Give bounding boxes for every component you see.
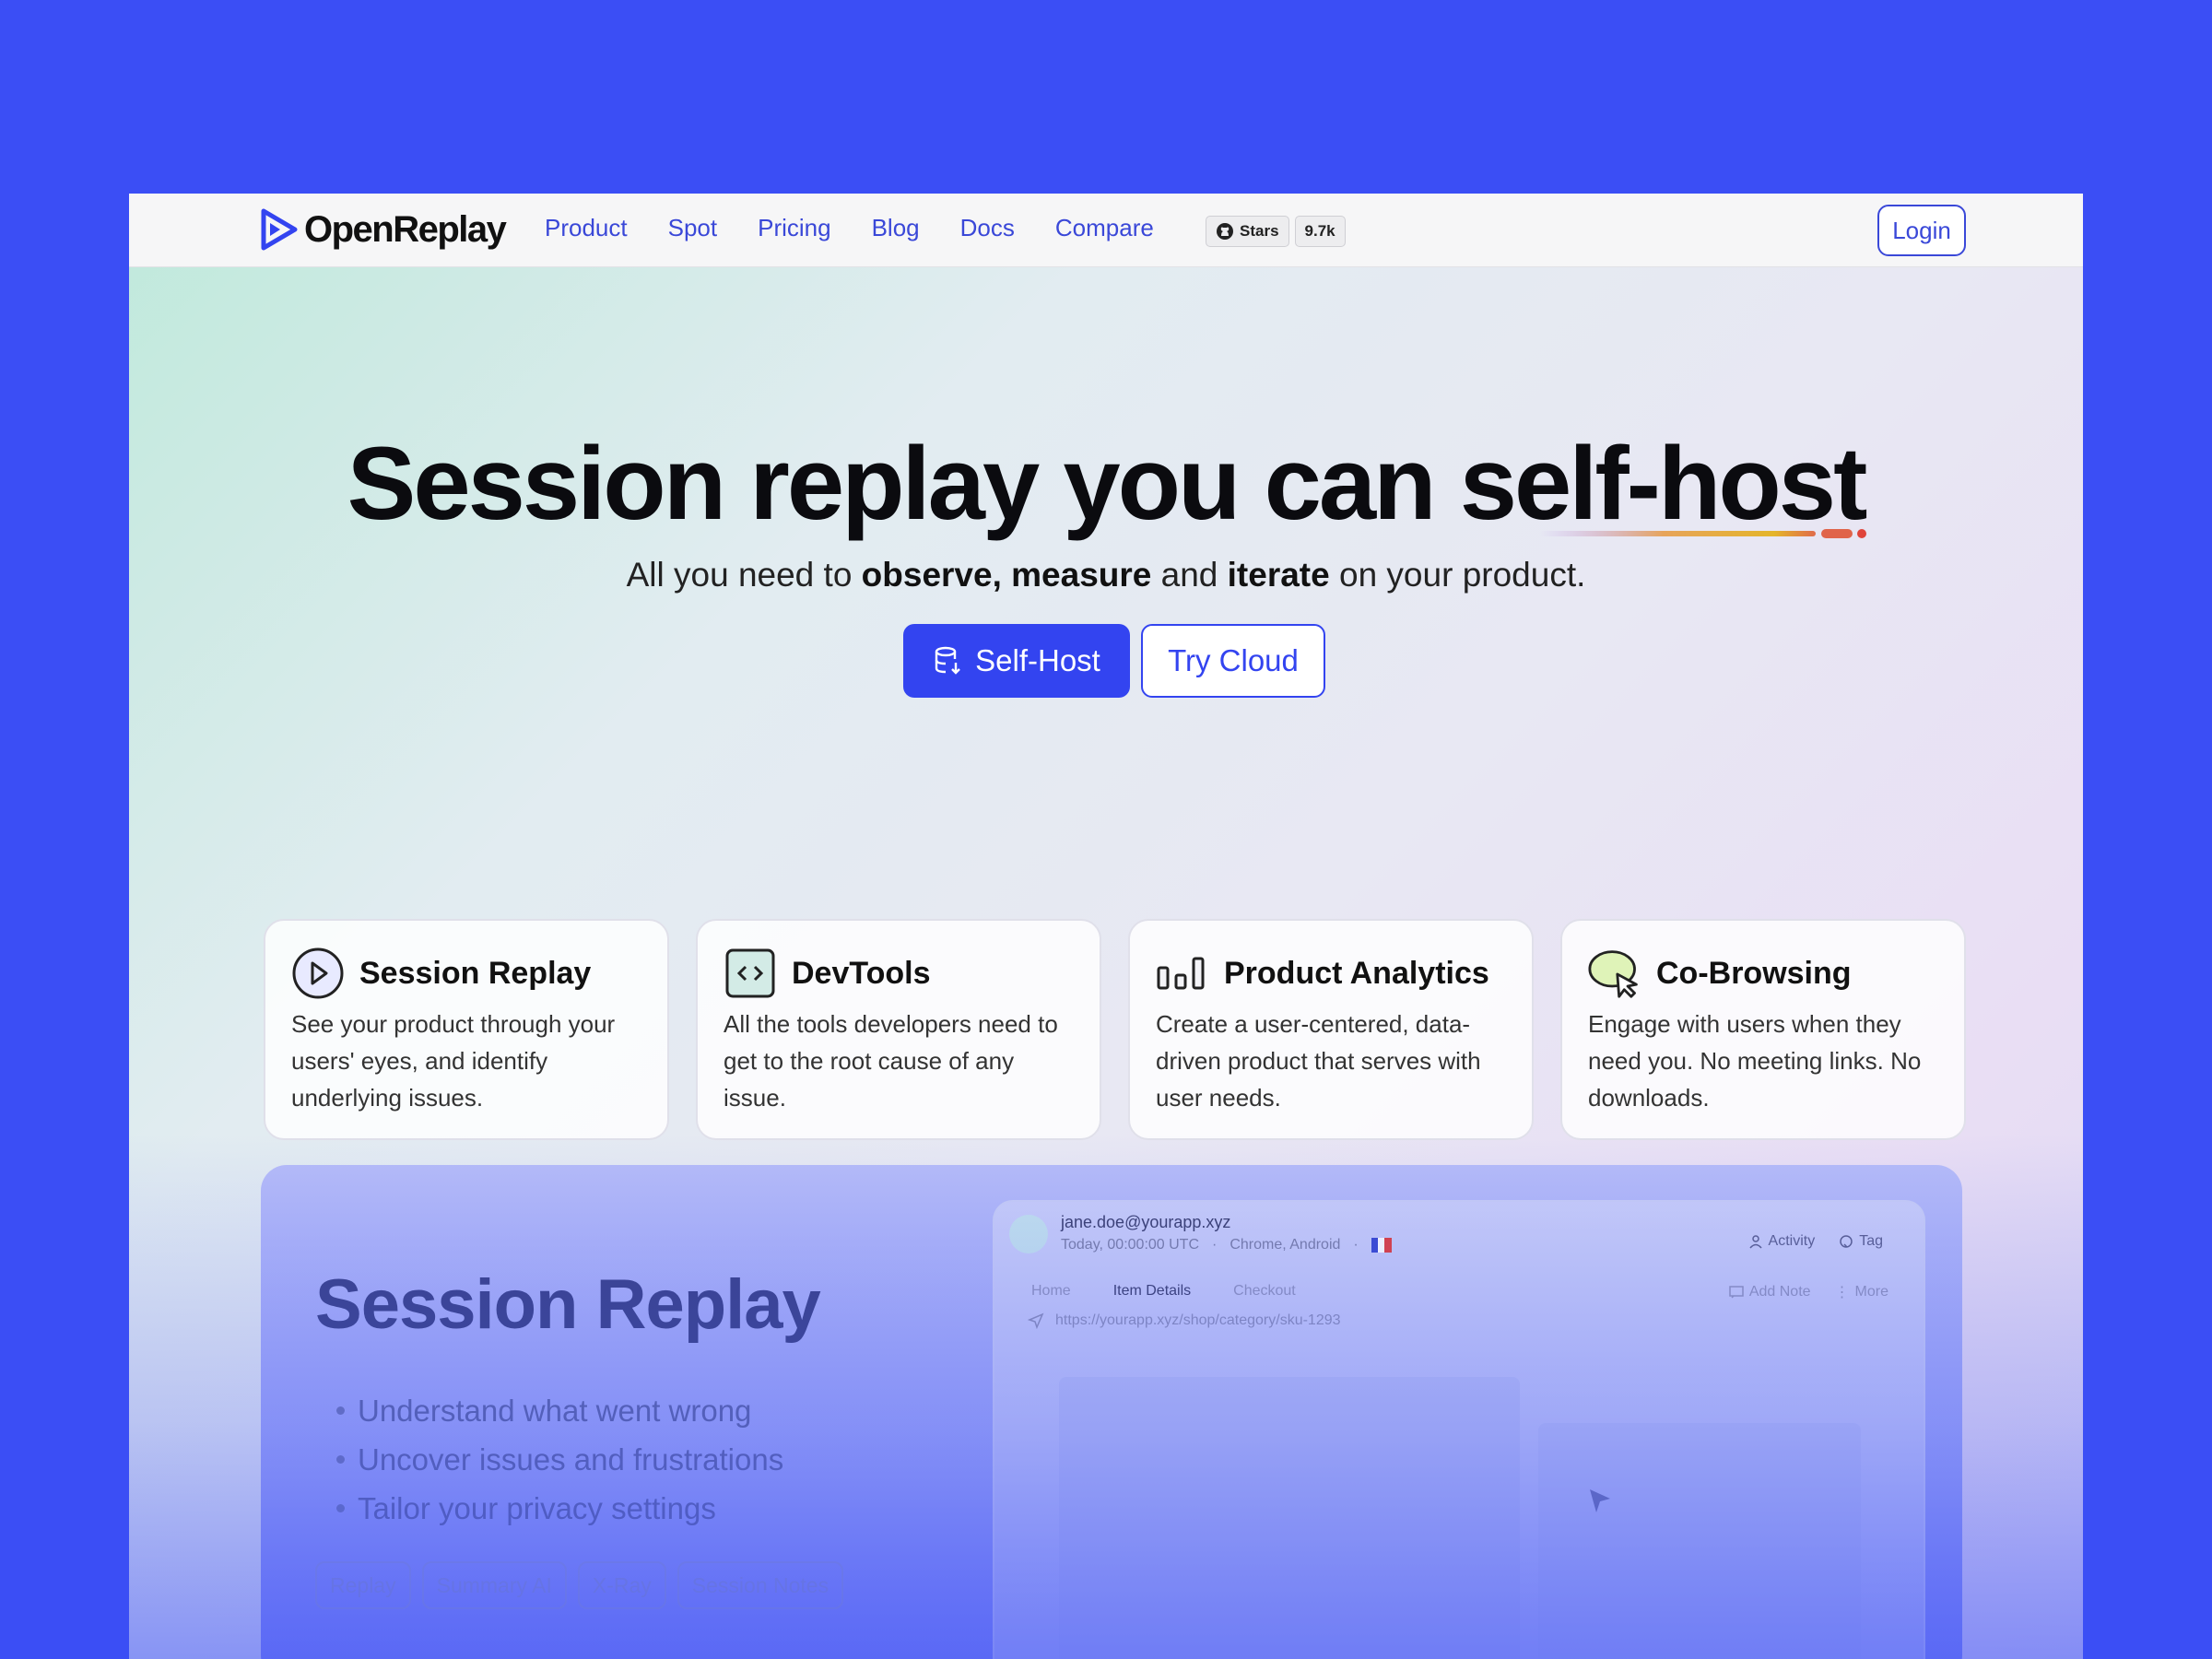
- self-host-button[interactable]: Self-Host: [903, 624, 1130, 698]
- title-underline-decoration: [1539, 529, 1866, 538]
- replay-placeholder-right: [1538, 1423, 1861, 1659]
- session-player-mockup: jane.doe@yourapp.xyz Today, 00:00:00 UTC…: [993, 1200, 1925, 1659]
- feature-title: Product Analytics: [1224, 955, 1489, 991]
- github-stars-count: 9.7k: [1294, 216, 1346, 247]
- activity-button[interactable]: Activity: [1748, 1233, 1815, 1250]
- tab-home[interactable]: Home: [1031, 1283, 1071, 1300]
- user-icon: [1748, 1235, 1762, 1249]
- add-note-button[interactable]: Add Note: [1729, 1283, 1811, 1301]
- session-url: https://yourapp.xyz/shop/category/sku-12…: [1028, 1312, 1341, 1329]
- session-actions: Activity Tag: [1748, 1233, 1883, 1250]
- feature-card-co-browsing[interactable]: Co-Browsing Engage with users when they …: [1560, 919, 1966, 1140]
- browser-window: OpenReplay Product Spot Pricing Blog Doc…: [129, 194, 2083, 1659]
- avatar: [1009, 1215, 1048, 1253]
- list-item: Tailor your privacy settings: [336, 1484, 783, 1533]
- github-stars-widget[interactable]: Stars 9.7k: [1206, 216, 1346, 247]
- feature-chips: Replay Summary AI X-Ray Session Notes: [315, 1561, 844, 1609]
- self-host-label: Self-Host: [975, 643, 1100, 677]
- main-nav: Product Spot Pricing Blog Docs Compare: [545, 214, 1154, 242]
- session-replay-showcase: Session Replay Understand what went wron…: [261, 1165, 1962, 1659]
- note-icon: [1729, 1286, 1744, 1299]
- bar-chart-icon: [1156, 947, 1209, 1000]
- chip-x-ray[interactable]: X-Ray: [577, 1561, 666, 1609]
- database-download-icon: [935, 646, 960, 675]
- nav-product[interactable]: Product: [545, 214, 628, 242]
- more-button[interactable]: ⋮ More: [1835, 1283, 1888, 1301]
- play-logo-icon: [261, 208, 298, 251]
- nav-pricing[interactable]: Pricing: [758, 214, 830, 242]
- list-item: Uncover issues and frustrations: [336, 1435, 783, 1484]
- nav-docs[interactable]: Docs: [960, 214, 1015, 242]
- nav-blog[interactable]: Blog: [872, 214, 920, 242]
- list-item: Understand what went wrong: [336, 1386, 783, 1435]
- code-icon: [724, 947, 777, 1000]
- brand-name: OpenReplay: [304, 208, 507, 250]
- hero-subtitle: All you need to observe, measure and ite…: [626, 556, 1586, 594]
- feature-title: DevTools: [792, 955, 931, 991]
- nav-spot[interactable]: Spot: [668, 214, 718, 242]
- more-dots-icon: ⋮: [1834, 1285, 1850, 1300]
- feature-desc: Engage with users when they need you. No…: [1588, 1010, 1922, 1112]
- session-tools: Add Note ⋮ More: [1729, 1283, 1888, 1301]
- cursor-bubble-icon: [1588, 947, 1641, 1000]
- chip-replay[interactable]: Replay: [315, 1561, 411, 1609]
- github-stars-button[interactable]: Stars: [1206, 216, 1289, 247]
- tag-icon: [1840, 1235, 1853, 1248]
- session-meta: Today, 00:00:00 UTC · Chrome, Android ·: [1061, 1237, 1392, 1253]
- send-icon: [1028, 1312, 1044, 1329]
- login-button[interactable]: Login: [1877, 205, 1966, 256]
- tag-button[interactable]: Tag: [1839, 1233, 1883, 1250]
- github-icon: [1217, 223, 1233, 240]
- logo[interactable]: OpenReplay: [260, 208, 507, 251]
- session-tabs: Home Item Details Checkout: [1031, 1283, 1296, 1300]
- showcase-title: Session Replay: [315, 1265, 821, 1344]
- hero-title: Session replay you can self-host: [347, 426, 1868, 541]
- top-nav: OpenReplay Product Spot Pricing Blog Doc…: [129, 194, 2083, 267]
- github-stars-label: Stars: [1240, 222, 1279, 240]
- feature-title: Co-Browsing: [1656, 955, 1852, 991]
- showcase-bullets: Understand what went wrong Uncover issue…: [336, 1386, 783, 1533]
- feature-title: Session Replay: [359, 955, 592, 991]
- feature-desc: Create a user-centered, data-driven prod…: [1156, 1010, 1481, 1112]
- nav-compare[interactable]: Compare: [1055, 214, 1154, 242]
- chip-summary-ai[interactable]: Summary AI: [421, 1561, 567, 1609]
- france-flag-icon: [1371, 1238, 1392, 1253]
- tab-item-details[interactable]: Item Details: [1113, 1283, 1191, 1300]
- feature-desc: See your product through your users' eye…: [291, 1010, 616, 1112]
- feature-desc: All the tools developers need to get to …: [724, 1010, 1058, 1112]
- play-circle-icon: [291, 947, 345, 1000]
- try-cloud-button[interactable]: Try Cloud: [1141, 624, 1325, 698]
- chip-session-notes[interactable]: Session Notes: [677, 1561, 844, 1609]
- feature-card-product-analytics[interactable]: Product Analytics Create a user-centered…: [1128, 919, 1534, 1140]
- replay-placeholder-left: [1059, 1377, 1520, 1659]
- feature-card-session-replay[interactable]: Session Replay See your product through …: [264, 919, 669, 1140]
- cursor-icon: [1590, 1489, 1610, 1512]
- feature-card-devtools[interactable]: DevTools All the tools developers need t…: [696, 919, 1101, 1140]
- tab-checkout[interactable]: Checkout: [1233, 1283, 1296, 1300]
- session-user: jane.doe@yourapp.xyz: [1061, 1213, 1231, 1231]
